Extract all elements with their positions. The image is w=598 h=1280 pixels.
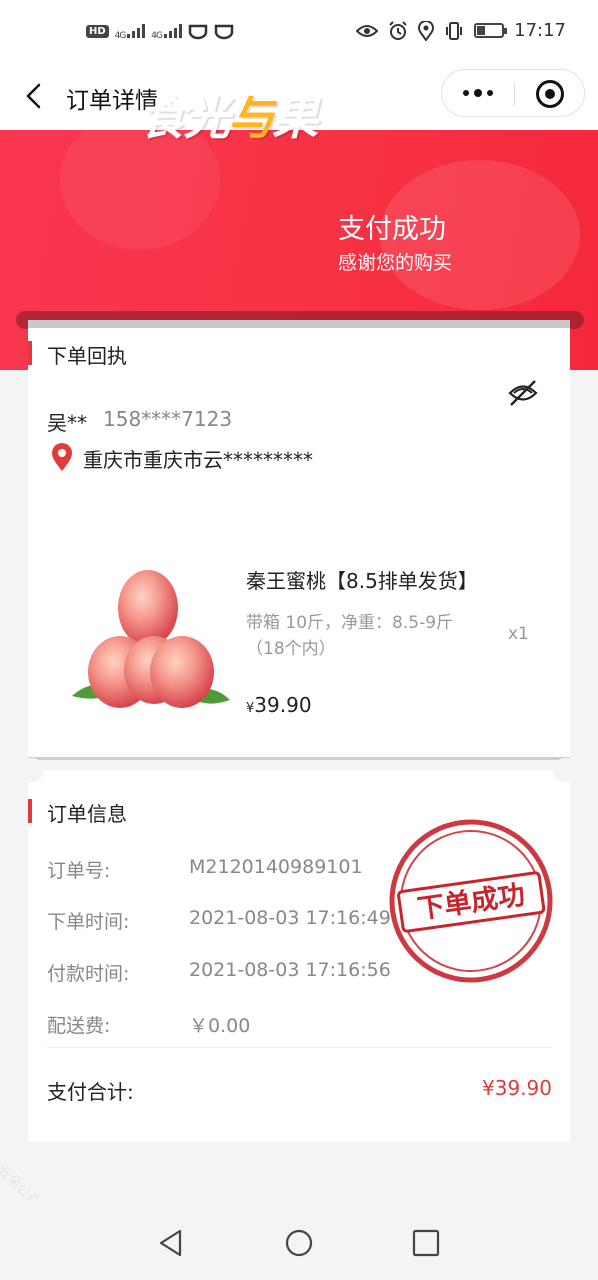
delivery-fee-value: ￥0.00 [189,1015,251,1037]
status-right-icons: 17:17 [356,20,566,41]
back-arrow-icon [26,83,41,109]
more-dots-icon [463,90,469,96]
customer-phone: 158****7123 [103,407,233,431]
perforation-notch [16,758,44,782]
status-left-icons: HD 4G 4G [86,22,234,41]
product-price: ¥39.90 [246,693,312,717]
hd-icon: HD [86,25,109,38]
order-time-value: 2021-08-03 17:16:49 [189,907,391,929]
battery-icon [474,23,508,38]
signal-4g-icon: 4G [151,22,182,41]
receipt-top-edge [28,320,570,328]
section-marker [28,341,32,365]
order-info-section-title: 订单信息 [47,802,127,826]
receipt-section-title: 下单回执 [47,344,127,368]
close-miniprogram-button[interactable] [536,80,564,108]
status-bar: HD 4G 4G 17:17 [0,0,598,66]
brand-logo: 食光与果 [140,91,318,145]
eye-icon [356,24,379,37]
signal-4g-icon: 4G [115,22,146,41]
location-icon [418,20,435,41]
divider [47,1047,552,1048]
system-home-icon[interactable] [284,1228,314,1258]
product-image[interactable] [62,560,234,720]
alarm-icon [389,20,407,40]
payment-time-label: 付款时间: [47,963,130,985]
app-icon [214,24,234,39]
payment-time-value: 2021-08-03 17:16:56 [189,959,391,981]
more-dots-icon [487,90,493,96]
order-success-stamp: 下单成功 [389,819,553,983]
back-button[interactable] [18,80,48,112]
more-button[interactable] [442,70,514,116]
system-back-icon[interactable] [156,1228,186,1258]
perforation-notch [553,758,581,782]
section-marker [28,799,32,823]
product-spec: 带箱 10斤，净重：8.5-9斤（18个内） [246,613,454,659]
network-type: 4G [151,31,163,41]
capsule-divider [514,82,515,106]
vibrate-icon [446,21,463,40]
total-label: 支付合计: [47,1080,134,1104]
more-dots-icon [474,89,482,97]
order-number-label: 订单号: [47,860,111,882]
system-nav-bar [0,1200,598,1280]
product-quantity: x1 [508,624,529,644]
location-pin-icon [52,443,72,471]
system-recents-icon[interactable] [411,1228,441,1258]
customer-name: 吴** [47,411,87,435]
pay-success-title: 支付成功 [338,214,446,245]
app-icon [188,24,208,39]
order-number-value: M2120140989101 [189,856,363,878]
order-time-label: 下单时间: [47,911,130,933]
status-time: 17:17 [514,20,566,41]
total-value: ¥39.90 [482,1076,552,1100]
delivery-address: 重庆市重庆市云********* [83,448,313,472]
product-name[interactable]: 秦王蜜桃【8.5排单发货】 [246,565,478,594]
miniprogram-capsule [441,69,585,117]
pay-success-subtitle: 感谢您的购买 [338,252,453,274]
banner-decoration [60,130,220,250]
delivery-fee-label: 配送费: [47,1015,111,1037]
hide-info-icon[interactable] [508,378,538,408]
network-type: 4G [114,31,127,41]
